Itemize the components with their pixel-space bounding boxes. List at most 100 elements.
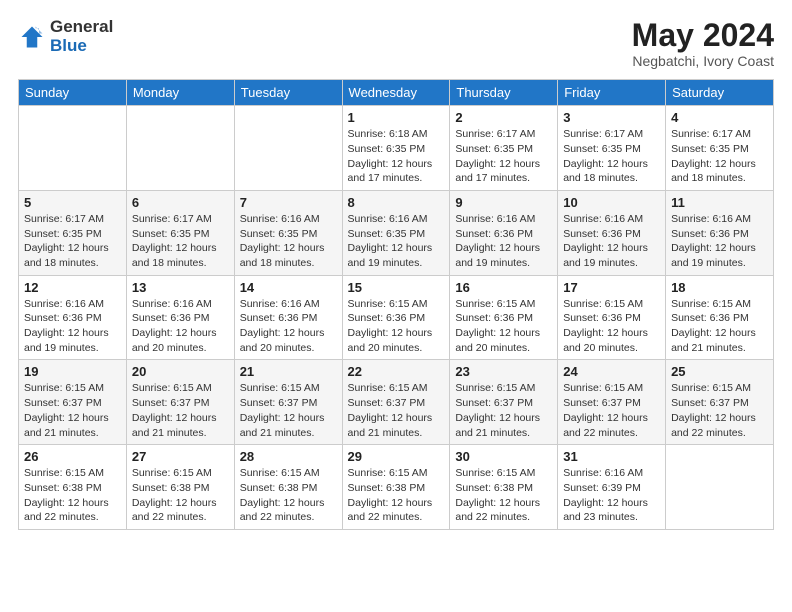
day-info: Sunrise: 6:15 AM Sunset: 6:36 PM Dayligh… [348, 297, 445, 356]
table-row: 16 Sunrise: 6:15 AM Sunset: 6:36 PM Dayli… [450, 275, 558, 360]
table-row: 25 Sunrise: 6:15 AM Sunset: 6:37 PM Dayli… [666, 360, 774, 445]
day-number: 30 [455, 449, 552, 464]
table-row: 1 Sunrise: 6:18 AM Sunset: 6:35 PM Daylig… [342, 106, 450, 191]
day-info: Sunrise: 6:16 AM Sunset: 6:35 PM Dayligh… [348, 212, 445, 271]
day-number: 16 [455, 280, 552, 295]
day-info: Sunrise: 6:15 AM Sunset: 6:37 PM Dayligh… [24, 381, 121, 440]
day-number: 29 [348, 449, 445, 464]
table-row: 23 Sunrise: 6:15 AM Sunset: 6:37 PM Dayli… [450, 360, 558, 445]
week-row-3: 12 Sunrise: 6:16 AM Sunset: 6:36 PM Dayli… [19, 275, 774, 360]
table-row [666, 445, 774, 530]
day-info: Sunrise: 6:16 AM Sunset: 6:36 PM Dayligh… [132, 297, 229, 356]
day-number: 12 [24, 280, 121, 295]
day-info: Sunrise: 6:17 AM Sunset: 6:35 PM Dayligh… [563, 127, 660, 186]
logo-icon [18, 23, 46, 51]
table-row: 8 Sunrise: 6:16 AM Sunset: 6:35 PM Daylig… [342, 190, 450, 275]
col-wednesday: Wednesday [342, 80, 450, 106]
title-block: May 2024 Negbatchi, Ivory Coast [632, 18, 774, 69]
day-number: 11 [671, 195, 768, 210]
day-info: Sunrise: 6:16 AM Sunset: 6:39 PM Dayligh… [563, 466, 660, 525]
logo-general: General [50, 18, 113, 37]
table-row: 19 Sunrise: 6:15 AM Sunset: 6:37 PM Dayli… [19, 360, 127, 445]
day-info: Sunrise: 6:15 AM Sunset: 6:38 PM Dayligh… [240, 466, 337, 525]
day-info: Sunrise: 6:15 AM Sunset: 6:37 PM Dayligh… [563, 381, 660, 440]
day-number: 15 [348, 280, 445, 295]
day-number: 25 [671, 364, 768, 379]
table-row: 10 Sunrise: 6:16 AM Sunset: 6:36 PM Dayli… [558, 190, 666, 275]
calendar-table: Sunday Monday Tuesday Wednesday Thursday… [18, 79, 774, 530]
day-number: 1 [348, 110, 445, 125]
day-info: Sunrise: 6:16 AM Sunset: 6:36 PM Dayligh… [455, 212, 552, 271]
day-number: 19 [24, 364, 121, 379]
day-info: Sunrise: 6:15 AM Sunset: 6:37 PM Dayligh… [240, 381, 337, 440]
col-monday: Monday [126, 80, 234, 106]
day-number: 3 [563, 110, 660, 125]
page: General Blue May 2024 Negbatchi, Ivory C… [0, 0, 792, 612]
col-friday: Friday [558, 80, 666, 106]
day-number: 20 [132, 364, 229, 379]
day-number: 13 [132, 280, 229, 295]
day-info: Sunrise: 6:17 AM Sunset: 6:35 PM Dayligh… [24, 212, 121, 271]
day-info: Sunrise: 6:15 AM Sunset: 6:36 PM Dayligh… [563, 297, 660, 356]
day-info: Sunrise: 6:17 AM Sunset: 6:35 PM Dayligh… [455, 127, 552, 186]
day-info: Sunrise: 6:16 AM Sunset: 6:36 PM Dayligh… [24, 297, 121, 356]
day-info: Sunrise: 6:15 AM Sunset: 6:38 PM Dayligh… [132, 466, 229, 525]
day-number: 22 [348, 364, 445, 379]
table-row: 4Sunrise: 6:17 AM Sunset: 6:35 PM Daylig… [666, 106, 774, 191]
day-number: 9 [455, 195, 552, 210]
day-info: Sunrise: 6:16 AM Sunset: 6:36 PM Dayligh… [563, 212, 660, 271]
table-row: 14 Sunrise: 6:16 AM Sunset: 6:36 PM Dayli… [234, 275, 342, 360]
table-row: 2 Sunrise: 6:17 AM Sunset: 6:35 PM Daylig… [450, 106, 558, 191]
col-saturday: Saturday [666, 80, 774, 106]
logo: General Blue [18, 18, 113, 55]
table-row [126, 106, 234, 191]
day-info: Sunrise: 6:15 AM Sunset: 6:38 PM Dayligh… [348, 466, 445, 525]
day-info: Sunrise: 6:18 AM Sunset: 6:35 PM Dayligh… [348, 127, 445, 186]
day-number: 23 [455, 364, 552, 379]
day-number: 2 [455, 110, 552, 125]
day-number: 17 [563, 280, 660, 295]
day-info: Sunrise: 6:15 AM Sunset: 6:36 PM Dayligh… [455, 297, 552, 356]
day-info: Sunrise: 6:15 AM Sunset: 6:37 PM Dayligh… [671, 381, 768, 440]
table-row: 7 Sunrise: 6:16 AM Sunset: 6:35 PM Daylig… [234, 190, 342, 275]
location-label: Negbatchi, Ivory Coast [632, 53, 774, 69]
table-row: 30 Sunrise: 6:15 AM Sunset: 6:38 PM Dayli… [450, 445, 558, 530]
week-row-5: 26 Sunrise: 6:15 AM Sunset: 6:38 PM Dayli… [19, 445, 774, 530]
day-info: Sunrise: 6:15 AM Sunset: 6:36 PM Dayligh… [671, 297, 768, 356]
table-row: 26Sunrise: 6:15 AM Sunset: 6:38 PM Dayli… [19, 445, 127, 530]
table-row: 22 Sunrise: 6:15 AM Sunset: 6:37 PM Dayli… [342, 360, 450, 445]
table-row: 24Sunrise: 6:15 AM Sunset: 6:37 PM Dayli… [558, 360, 666, 445]
table-row: 6Sunrise: 6:17 AM Sunset: 6:35 PM Daylig… [126, 190, 234, 275]
day-info: Sunrise: 6:16 AM Sunset: 6:36 PM Dayligh… [671, 212, 768, 271]
col-sunday: Sunday [19, 80, 127, 106]
table-row: 9 Sunrise: 6:16 AM Sunset: 6:36 PM Daylig… [450, 190, 558, 275]
table-row: 27Sunrise: 6:15 AM Sunset: 6:38 PM Dayli… [126, 445, 234, 530]
day-info: Sunrise: 6:15 AM Sunset: 6:37 PM Dayligh… [455, 381, 552, 440]
week-row-4: 19 Sunrise: 6:15 AM Sunset: 6:37 PM Dayli… [19, 360, 774, 445]
logo-blue: Blue [50, 37, 113, 56]
table-row: 31 Sunrise: 6:16 AM Sunset: 6:39 PM Dayli… [558, 445, 666, 530]
table-row: 17 Sunrise: 6:15 AM Sunset: 6:36 PM Dayli… [558, 275, 666, 360]
day-number: 31 [563, 449, 660, 464]
table-row [19, 106, 127, 191]
day-number: 28 [240, 449, 337, 464]
day-number: 5 [24, 195, 121, 210]
header: General Blue May 2024 Negbatchi, Ivory C… [18, 18, 774, 69]
day-number: 7 [240, 195, 337, 210]
day-info: Sunrise: 6:15 AM Sunset: 6:37 PM Dayligh… [348, 381, 445, 440]
day-info: Sunrise: 6:15 AM Sunset: 6:38 PM Dayligh… [455, 466, 552, 525]
table-row: 18Sunrise: 6:15 AM Sunset: 6:36 PM Dayli… [666, 275, 774, 360]
day-number: 10 [563, 195, 660, 210]
day-number: 14 [240, 280, 337, 295]
table-row: 15 Sunrise: 6:15 AM Sunset: 6:36 PM Dayli… [342, 275, 450, 360]
day-number: 8 [348, 195, 445, 210]
table-row: 5 Sunrise: 6:17 AM Sunset: 6:35 PM Daylig… [19, 190, 127, 275]
day-info: Sunrise: 6:16 AM Sunset: 6:35 PM Dayligh… [240, 212, 337, 271]
table-row: 29 Sunrise: 6:15 AM Sunset: 6:38 PM Dayli… [342, 445, 450, 530]
table-row: 28 Sunrise: 6:15 AM Sunset: 6:38 PM Dayli… [234, 445, 342, 530]
day-info: Sunrise: 6:17 AM Sunset: 6:35 PM Dayligh… [132, 212, 229, 271]
table-row: 20Sunrise: 6:15 AM Sunset: 6:37 PM Dayli… [126, 360, 234, 445]
day-info: Sunrise: 6:16 AM Sunset: 6:36 PM Dayligh… [240, 297, 337, 356]
day-number: 26 [24, 449, 121, 464]
logo-text: General Blue [50, 18, 113, 55]
